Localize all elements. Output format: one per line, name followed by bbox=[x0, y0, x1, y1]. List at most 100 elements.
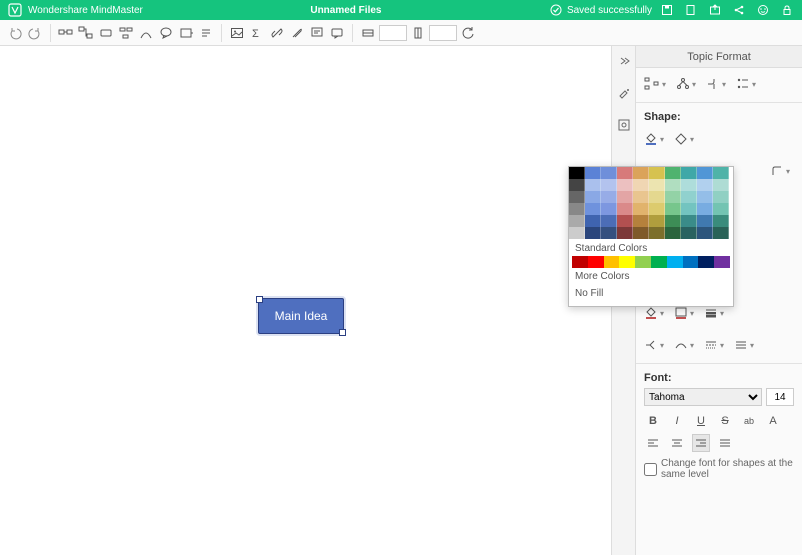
color-swatch[interactable] bbox=[619, 256, 635, 268]
color-swatch[interactable] bbox=[649, 203, 665, 215]
layout-button[interactable]: ▾ bbox=[644, 74, 666, 94]
color-swatch[interactable] bbox=[713, 203, 729, 215]
save-icon[interactable] bbox=[660, 3, 674, 17]
color-swatch[interactable] bbox=[665, 191, 681, 203]
color-swatch[interactable] bbox=[601, 203, 617, 215]
comment-icon[interactable] bbox=[328, 24, 346, 42]
formula-icon[interactable]: Σ bbox=[248, 24, 266, 42]
color-swatch[interactable] bbox=[601, 179, 617, 191]
color-swatch[interactable] bbox=[617, 203, 633, 215]
color-swatch[interactable] bbox=[681, 227, 697, 239]
color-swatch[interactable] bbox=[633, 227, 649, 239]
picture-icon[interactable] bbox=[228, 24, 246, 42]
align-justify-button[interactable] bbox=[716, 434, 734, 452]
color-swatch[interactable] bbox=[681, 179, 697, 191]
color-swatch[interactable] bbox=[617, 215, 633, 227]
color-swatch[interactable] bbox=[633, 191, 649, 203]
color-swatch[interactable] bbox=[649, 167, 665, 179]
lock-icon[interactable] bbox=[780, 3, 794, 17]
color-swatch[interactable] bbox=[681, 203, 697, 215]
color-swatch[interactable] bbox=[585, 215, 601, 227]
new-icon[interactable] bbox=[684, 3, 698, 17]
color-swatch[interactable] bbox=[601, 167, 617, 179]
hyperlink-icon[interactable] bbox=[268, 24, 286, 42]
no-fill-link[interactable]: No Fill bbox=[569, 285, 733, 302]
color-swatch[interactable] bbox=[649, 191, 665, 203]
color-swatch[interactable] bbox=[649, 215, 665, 227]
color-swatch[interactable] bbox=[585, 191, 601, 203]
connector-button[interactable]: ▾ bbox=[706, 74, 726, 94]
color-swatch[interactable] bbox=[649, 227, 665, 239]
topic-icon[interactable] bbox=[57, 24, 75, 42]
color-swatch[interactable] bbox=[569, 215, 585, 227]
color-swatch[interactable] bbox=[635, 256, 651, 268]
color-swatch[interactable] bbox=[651, 256, 667, 268]
line-style2-button[interactable]: ▾ bbox=[734, 335, 754, 355]
color-swatch[interactable] bbox=[617, 179, 633, 191]
paint-tab-icon[interactable] bbox=[615, 84, 633, 102]
color-swatch[interactable] bbox=[633, 167, 649, 179]
color-swatch[interactable] bbox=[681, 191, 697, 203]
target-tab-icon[interactable] bbox=[615, 116, 633, 134]
color-swatch[interactable] bbox=[698, 256, 714, 268]
color-swatch[interactable] bbox=[569, 167, 585, 179]
color-swatch[interactable] bbox=[697, 191, 713, 203]
refresh-icon[interactable] bbox=[459, 24, 477, 42]
note-icon[interactable] bbox=[308, 24, 326, 42]
change-font-checkbox[interactable] bbox=[644, 463, 657, 476]
color-swatch[interactable] bbox=[713, 227, 729, 239]
color-swatch[interactable] bbox=[601, 215, 617, 227]
color-swatch[interactable] bbox=[572, 256, 588, 268]
numbering-button[interactable]: ▾ bbox=[736, 74, 756, 94]
subtopic-icon[interactable] bbox=[77, 24, 95, 42]
color-swatch[interactable] bbox=[681, 215, 697, 227]
color-swatch[interactable] bbox=[601, 191, 617, 203]
italic-button[interactable]: I bbox=[668, 412, 686, 430]
branch-connector-button[interactable]: ▾ bbox=[644, 335, 664, 355]
color-swatch[interactable] bbox=[633, 215, 649, 227]
color-swatch[interactable] bbox=[713, 179, 729, 191]
font-size-input[interactable] bbox=[766, 388, 794, 406]
export-icon[interactable] bbox=[708, 3, 722, 17]
undo-icon[interactable] bbox=[6, 24, 24, 42]
align-right-button[interactable] bbox=[692, 434, 710, 452]
color-swatch[interactable] bbox=[714, 256, 730, 268]
dash-style-button[interactable]: ▾ bbox=[704, 335, 724, 355]
color-swatch[interactable] bbox=[617, 167, 633, 179]
color-swatch[interactable] bbox=[617, 191, 633, 203]
corner-style-button[interactable]: ▾ bbox=[770, 161, 790, 181]
color-swatch[interactable] bbox=[697, 167, 713, 179]
shape-style-button[interactable]: ▾ bbox=[674, 129, 694, 149]
color-swatch[interactable] bbox=[569, 227, 585, 239]
color-swatch[interactable] bbox=[697, 215, 713, 227]
color-swatch[interactable] bbox=[649, 179, 665, 191]
color-swatch[interactable] bbox=[713, 167, 729, 179]
collapse-panel-icon[interactable] bbox=[615, 52, 633, 70]
color-swatch[interactable] bbox=[585, 203, 601, 215]
color-swatch[interactable] bbox=[665, 167, 681, 179]
case-button[interactable]: ab bbox=[740, 412, 758, 430]
color-swatch[interactable] bbox=[569, 179, 585, 191]
boundary-icon[interactable] bbox=[177, 24, 195, 42]
canvas[interactable]: Main Idea bbox=[0, 46, 612, 555]
tree-button[interactable]: ▾ bbox=[676, 74, 696, 94]
color-swatch[interactable] bbox=[585, 179, 601, 191]
color-swatch[interactable] bbox=[665, 203, 681, 215]
redo-icon[interactable] bbox=[26, 24, 44, 42]
bold-button[interactable]: B bbox=[644, 412, 662, 430]
color-swatch[interactable] bbox=[585, 227, 601, 239]
color-swatch[interactable] bbox=[697, 203, 713, 215]
color-swatch[interactable] bbox=[633, 179, 649, 191]
color-swatch[interactable] bbox=[665, 215, 681, 227]
color-swatch[interactable] bbox=[697, 227, 713, 239]
color-swatch[interactable] bbox=[585, 167, 601, 179]
font-family-select[interactable]: Tahoma bbox=[644, 388, 762, 406]
color-swatch[interactable] bbox=[713, 191, 729, 203]
summary-icon[interactable] bbox=[197, 24, 215, 42]
color-swatch[interactable] bbox=[713, 215, 729, 227]
floating-topic-icon[interactable] bbox=[97, 24, 115, 42]
width-input[interactable] bbox=[379, 25, 407, 41]
help-icon[interactable] bbox=[756, 3, 770, 17]
align-center-button[interactable] bbox=[668, 434, 686, 452]
main-idea-topic[interactable]: Main Idea bbox=[258, 298, 344, 334]
